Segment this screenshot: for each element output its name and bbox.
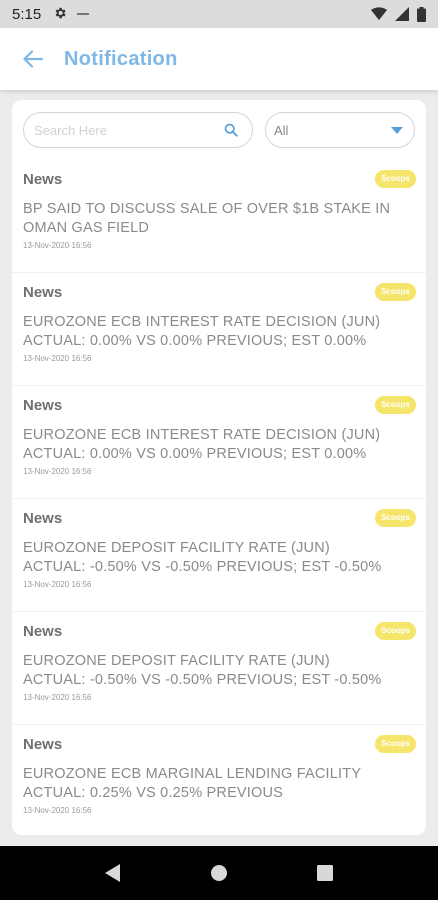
item-timestamp: 13-Nov-2020 16:56 [23, 354, 92, 363]
item-category: News [23, 510, 63, 527]
back-button[interactable] [20, 46, 46, 72]
status-badge: Scoops [375, 170, 416, 188]
arrow-left-icon [23, 50, 43, 68]
home-circle-icon [211, 865, 227, 881]
item-headline: EUROZONE ECB INTEREST RATE DECISION (JUN… [23, 314, 381, 349]
item-timestamp: 13-Nov-2020 16:56 [23, 241, 92, 250]
list-item[interactable]: News Scoops EUROZONE DEPOSIT FACILITY RA… [12, 499, 426, 612]
list-item[interactable]: News Scoops BP SAID TO DISCUSS SALE OF O… [12, 160, 426, 273]
item-category: News [23, 736, 63, 753]
item-timestamp: 13-Nov-2020 16:56 [23, 467, 92, 476]
status-badge: Scoops [375, 396, 416, 414]
battery-icon [417, 6, 426, 22]
gear-icon [53, 6, 67, 23]
search-input[interactable] [34, 122, 222, 138]
back-triangle-icon [105, 864, 120, 882]
chevron-down-icon [390, 125, 404, 135]
filter-bar: All [23, 112, 415, 148]
nav-home-button[interactable] [199, 853, 239, 893]
navigation-bar [0, 846, 438, 900]
status-badge: Scoops [375, 509, 416, 527]
status-badge: Scoops [375, 735, 416, 753]
item-headline: EUROZONE DEPOSIT FACILITY RATE (JUN) ACT… [23, 653, 382, 688]
list-item[interactable]: News Scoops EUROZONE ECB INTEREST RATE D… [12, 386, 426, 499]
notification-list: News Scoops BP SAID TO DISCUSS SALE OF O… [12, 160, 426, 835]
notification-dash-icon [77, 13, 90, 15]
status-bar: 5:15 [0, 0, 438, 28]
status-time: 5:15 [12, 5, 42, 23]
item-category: News [23, 171, 63, 188]
status-badge: Scoops [375, 283, 416, 301]
item-timestamp: 13-Nov-2020 16:56 [23, 806, 92, 815]
signal-icon [395, 7, 409, 21]
app-bar: Notification [0, 28, 438, 90]
status-icons [371, 6, 426, 22]
search-box[interactable] [23, 112, 253, 148]
search-icon[interactable] [222, 121, 240, 139]
item-category: News [23, 284, 63, 301]
item-headline: EUROZONE ECB INTEREST RATE DECISION (JUN… [23, 427, 381, 462]
item-category: News [23, 623, 63, 640]
item-timestamp: 13-Nov-2020 16:56 [23, 693, 92, 702]
nav-back-button[interactable] [93, 853, 133, 893]
status-badge: Scoops [375, 622, 416, 640]
item-category: News [23, 397, 63, 414]
item-headline: EUROZONE DEPOSIT FACILITY RATE (JUN) ACT… [23, 540, 382, 575]
list-item[interactable]: News Scoops EUROZONE DEPOSIT FACILITY RA… [12, 612, 426, 725]
category-select[interactable]: All [265, 112, 415, 148]
list-item[interactable]: News Scoops EUROZONE ECB INTEREST RATE D… [12, 273, 426, 386]
recents-square-icon [317, 865, 333, 881]
notification-card: All News Scoops BP SAID TO DISCUSS SALE … [12, 100, 426, 835]
list-item[interactable]: News Scoops EUROZONE ECB MARGINAL LENDIN… [12, 725, 426, 835]
item-timestamp: 13-Nov-2020 16:56 [23, 580, 92, 589]
wifi-icon [371, 7, 387, 21]
item-headline: BP SAID TO DISCUSS SALE OF OVER $1B STAK… [23, 201, 391, 236]
item-headline: EUROZONE ECB MARGINAL LENDING FACILITY A… [23, 766, 361, 801]
page-title: Notification [64, 47, 178, 70]
nav-recents-button[interactable] [305, 853, 345, 893]
select-value: All [274, 122, 289, 138]
